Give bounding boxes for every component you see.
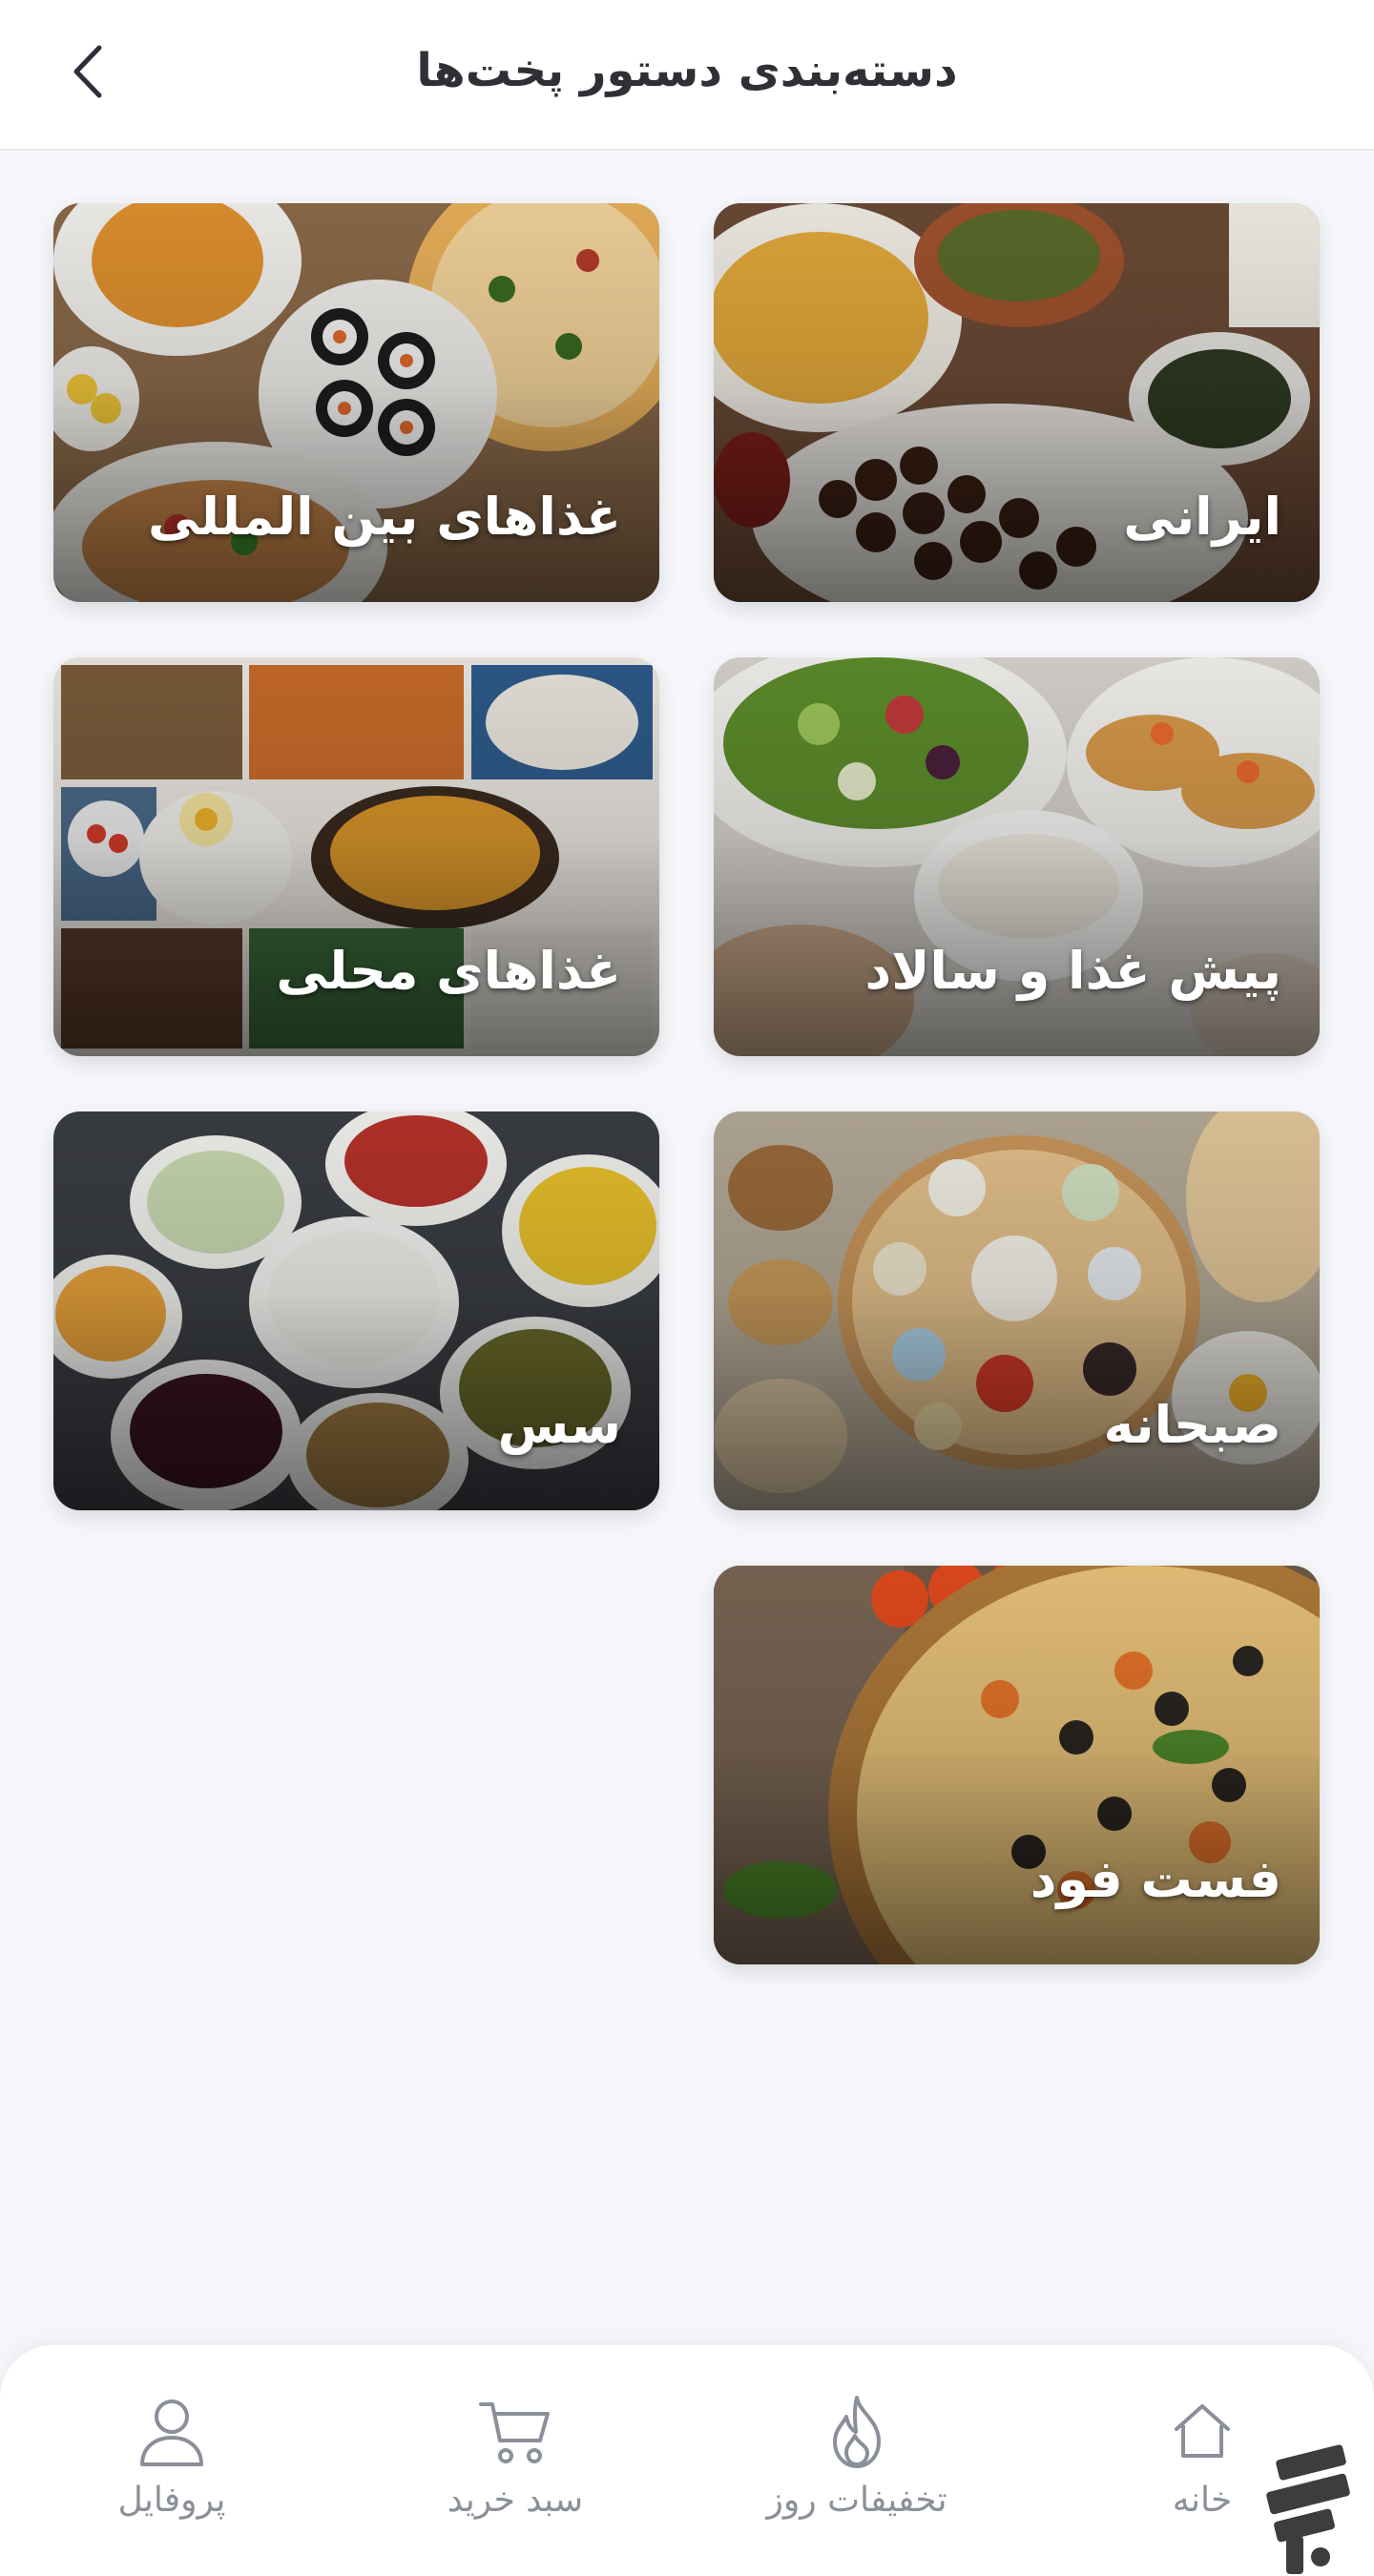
category-label: صبحانه [1103,1395,1281,1455]
category-label: سس [497,1395,621,1455]
category-card-breakfast[interactable]: صبحانه [714,1111,1320,1510]
nav-label: پروفایل [117,2481,226,2520]
category-card-appetizer-salad[interactable]: پیش غذا و سالاد [714,657,1320,1056]
nav-label: سبد خرید [447,2481,584,2520]
category-card-iranian[interactable]: ایرانی [714,203,1320,602]
home-icon [1175,2404,1230,2458]
category-label: فست فود [1030,1849,1281,1909]
category-card-local-food[interactable]: غذاهای محلی [53,657,659,1056]
nav-label: تخفیفات روز [766,2481,947,2520]
category-label: غذاهای بین المللی [147,487,621,547]
page-title: دسته‌بندی دستور پخت‌ها [416,44,958,97]
user-icon [140,2399,203,2466]
nav-label: خانه [1172,2481,1233,2520]
nav-item-cart[interactable]: سبد خرید [372,2345,658,2536]
cart-icon [479,2402,550,2463]
category-label: ایرانی [1123,487,1281,547]
bottom-navigation: خانه تخفیفات روز سبد خرید پروفایل [0,2345,1374,2576]
category-card-fast-food[interactable]: فست فود [714,1566,1320,1964]
nav-item-daily-deals[interactable]: تخفیفات روز [714,2345,1000,2536]
top-app-bar: دسته‌بندی دستور پخت‌ها [0,0,1374,151]
category-card-sauce[interactable]: سس [53,1111,659,1510]
flame-icon [833,2396,881,2468]
chevron-left-icon [73,45,102,98]
category-label: غذاهای محلی [276,941,621,1001]
category-card-international[interactable]: غذاهای بین المللی [53,203,659,602]
category-label: پیش غذا و سالاد [864,941,1281,1001]
back-button[interactable] [57,38,118,105]
nav-item-profile[interactable]: پروفایل [29,2345,315,2536]
store-logo-watermark [1266,2444,1350,2574]
